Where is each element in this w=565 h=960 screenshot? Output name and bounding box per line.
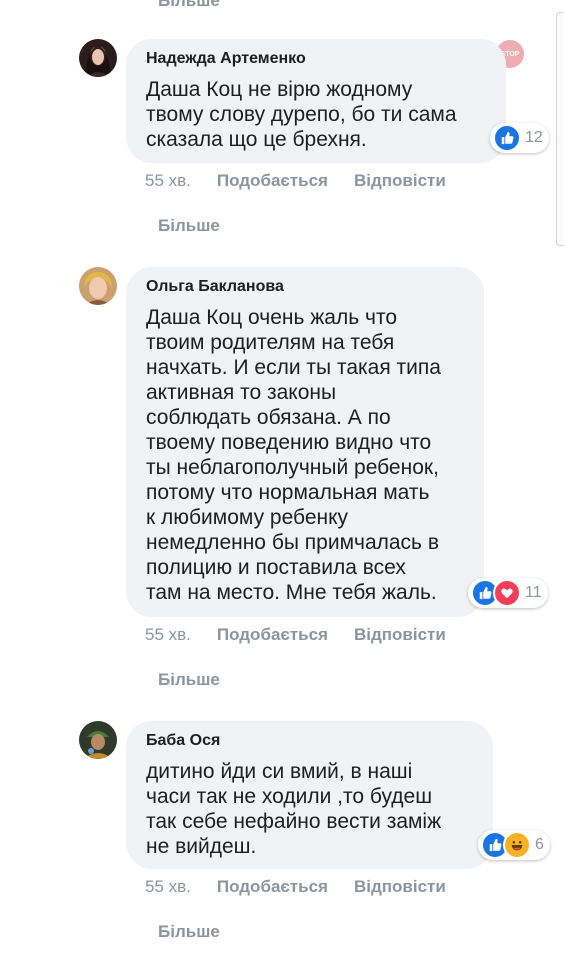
- love-reaction-icon: [493, 579, 521, 607]
- comment-bubble: Надежда Артеменко Даша Коц не вірю жодно…: [126, 39, 506, 163]
- more-link[interactable]: Більше: [158, 0, 220, 11]
- comment-author[interactable]: Ольга Бакланова: [146, 277, 464, 297]
- avatar[interactable]: [79, 721, 117, 759]
- comment-author[interactable]: Баба Ося: [146, 731, 473, 751]
- comment-text: дитино йди си вмий, в наші часи так не х…: [146, 760, 442, 858]
- comment-time[interactable]: 55 хв.: [145, 877, 191, 897]
- more-link[interactable]: Більше: [158, 670, 220, 690]
- reaction-count: 12: [525, 129, 543, 146]
- haha-reaction-icon: [503, 831, 531, 859]
- comment-author[interactable]: Надежда Артеменко: [146, 49, 486, 69]
- reply-button[interactable]: Відповісти: [354, 625, 446, 645]
- avatar[interactable]: [79, 39, 117, 77]
- reactions-summary[interactable]: 11: [468, 578, 548, 608]
- comment-meta: 55 хв. Подобається Відповісти: [145, 171, 446, 191]
- like-button[interactable]: Подобається: [217, 877, 328, 897]
- comment-text: Даша Коц не вірю жодному твому слову дур…: [146, 78, 457, 151]
- avatar-photo: [79, 39, 117, 77]
- comment-meta: 55 хв. Подобається Відповісти: [145, 877, 446, 897]
- avatar[interactable]: [79, 267, 117, 305]
- more-link[interactable]: Більше: [158, 216, 220, 236]
- avatar-photo: [79, 721, 117, 759]
- comment-meta: 55 хв. Подобається Відповісти: [145, 625, 446, 645]
- reactions-summary[interactable]: 12: [490, 123, 549, 153]
- reply-button[interactable]: Відповісти: [354, 171, 446, 191]
- more-link[interactable]: Більше: [158, 922, 220, 942]
- comment-text: Даша Коц очень жаль что твоим родителям …: [146, 306, 441, 604]
- scrollbar[interactable]: [556, 12, 563, 246]
- comment-bubble: Баба Ося дитино йди си вмий, в наші часи…: [126, 721, 493, 869]
- reaction-count: 11: [525, 584, 542, 601]
- avatar-photo: [79, 267, 117, 305]
- like-button[interactable]: Подобається: [217, 171, 328, 191]
- comment-bubble: Ольга Бакланова Даша Коц очень жаль что …: [126, 267, 484, 617]
- like-button[interactable]: Подобається: [217, 625, 328, 645]
- comment-time[interactable]: 55 хв.: [145, 625, 191, 645]
- comment-time[interactable]: 55 хв.: [145, 171, 191, 191]
- reactions-summary[interactable]: 6: [478, 830, 550, 860]
- like-reaction-icon: [493, 124, 521, 152]
- reply-button[interactable]: Відповісти: [354, 877, 446, 897]
- reaction-count: 6: [535, 836, 544, 853]
